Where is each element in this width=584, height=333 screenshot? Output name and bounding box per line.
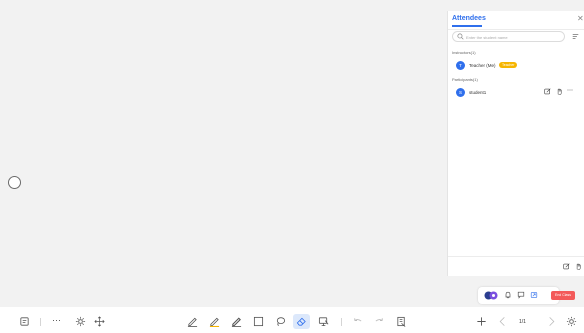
class-controls: End Class (478, 287, 575, 304)
bell-icon[interactable] (504, 291, 512, 299)
pen-icon[interactable] (187, 316, 198, 327)
teacher-avatar: T (456, 61, 465, 70)
hand-all-icon[interactable] (575, 263, 582, 270)
settings-icon[interactable] (566, 316, 577, 327)
participants-label: Participants(1) (452, 77, 478, 82)
lasso-icon[interactable] (275, 316, 286, 327)
attendees-panel: Attendees ✕ Instructors(1) T Teacher (Me… (447, 11, 584, 276)
whiteboard-pages-icon[interactable] (19, 316, 30, 327)
end-class-button[interactable]: End Class (551, 291, 575, 300)
toolbar-separator (40, 318, 41, 326)
previous-page-icon[interactable] (497, 316, 508, 327)
divider (448, 29, 584, 30)
student-avatar: S (456, 88, 465, 97)
search-icon (457, 33, 464, 40)
edit-all-icon[interactable] (563, 263, 570, 270)
footer-divider (448, 256, 584, 257)
eraser-icon[interactable] (296, 316, 307, 327)
chat-icon[interactable] (517, 291, 525, 299)
teacher-name: Teacher (Me) (469, 63, 496, 68)
student-name: student1 (469, 90, 487, 95)
clear-board-icon[interactable] (396, 316, 407, 327)
rectangle-icon[interactable] (253, 316, 264, 327)
next-page-icon[interactable] (546, 316, 557, 327)
panel-title[interactable]: Attendees (452, 15, 486, 22)
add-page-icon[interactable] (476, 316, 487, 327)
screenshot-icon[interactable] (318, 316, 329, 327)
raise-hand-icon[interactable] (556, 88, 563, 95)
undo-icon[interactable] (352, 316, 363, 327)
close-icon[interactable]: ✕ (577, 14, 584, 23)
move-icon[interactable] (94, 316, 105, 327)
laser-pointer-icon[interactable] (75, 316, 86, 327)
bottom-toolbar: ⋯ 1/1 (0, 307, 584, 333)
highlighter-icon[interactable] (209, 316, 220, 327)
search-box[interactable] (452, 31, 565, 42)
page-indicator: 1/1 (519, 319, 526, 325)
participants-avatars-icon[interactable] (484, 291, 498, 300)
more-tools-icon[interactable]: ⋯ (52, 315, 63, 326)
more-icon[interactable]: ⋯ (567, 88, 574, 95)
teacher-role-badge: Teacher (499, 62, 518, 68)
instructors-label: Instructors(1) (452, 50, 476, 55)
sort-icon[interactable] (572, 33, 579, 40)
redo-icon[interactable] (374, 316, 385, 327)
edit-icon[interactable] (544, 88, 551, 95)
left-edge-handle[interactable] (8, 176, 21, 189)
toolbar-separator (341, 318, 342, 326)
active-tab-underline (452, 25, 482, 27)
student-search-input[interactable] (466, 33, 562, 41)
marker-icon[interactable] (231, 316, 242, 327)
share-icon[interactable] (530, 291, 538, 299)
